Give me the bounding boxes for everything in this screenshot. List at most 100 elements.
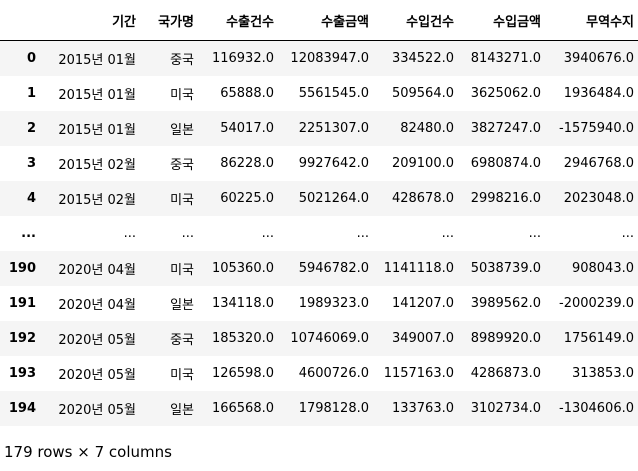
- cell-export-count: 166568.0: [211, 401, 274, 416]
- row-index: 191: [8, 296, 36, 311]
- cell-export-count: 86228.0: [220, 156, 274, 171]
- cell-import-count: 209100.0: [391, 156, 454, 171]
- cell-import-count: 509564.0: [391, 86, 454, 101]
- table-row: 194 2020년 05월 일본 166568.0 1798128.0 133763.0 3…: [0, 391, 638, 426]
- cell-export-amount: 10746069.0: [290, 331, 369, 346]
- table-row: ........................: [0, 216, 638, 251]
- cell-trade-balance: 3940676.0: [563, 51, 634, 66]
- cell-import-amount: 8989920.0: [470, 331, 541, 346]
- table-row: 2 2015년 01월 일본 54017.0 2251307.0 82480.0 38272…: [0, 111, 638, 146]
- cell-period: 2015년 02월: [58, 158, 136, 173]
- row-index: 1: [26, 86, 36, 101]
- cell-trade-balance: 2946768.0: [563, 156, 634, 171]
- cell-trade-balance: 1756149.0: [563, 331, 634, 346]
- row-index: ...: [21, 226, 36, 241]
- cell-export-count: 185320.0: [211, 331, 274, 346]
- cell-export-amount: ...: [356, 226, 369, 241]
- cell-period: 2015년 02월: [58, 193, 136, 208]
- cell-export-amount: 9927642.0: [298, 156, 369, 171]
- cell-export-count: 54017.0: [220, 121, 274, 136]
- column-header-export-count: 수출건수: [226, 14, 274, 30]
- cell-import-count: ...: [441, 226, 454, 241]
- cell-import-count: 141207.0: [391, 296, 454, 311]
- column-header-import-amount: 수입금액: [493, 14, 541, 30]
- cell-import-amount: 3989562.0: [470, 296, 541, 311]
- cell-export-count: 126598.0: [211, 366, 274, 381]
- dataframe-table: 기간 국가명 수출건수 수출금액 수입건수 수입금액 무역수지 0 2015년 0…: [0, 0, 638, 426]
- cell-period: ...: [123, 226, 136, 241]
- cell-import-amount: 6980874.0: [470, 156, 541, 171]
- cell-import-count: 133763.0: [391, 401, 454, 416]
- cell-import-count: 428678.0: [391, 191, 454, 206]
- cell-country: 미국: [170, 263, 194, 278]
- cell-export-count: 105360.0: [211, 261, 274, 276]
- table-row: 3 2015년 02월 중국 86228.0 9927642.0 209100.0 6980…: [0, 146, 638, 181]
- cell-export-count: 116932.0: [211, 51, 274, 66]
- column-header-country: 국가명: [158, 14, 194, 30]
- cell-export-amount: 2251307.0: [298, 121, 369, 136]
- column-header-export-amount: 수출금액: [321, 14, 369, 30]
- cell-trade-balance: 2023048.0: [563, 191, 634, 206]
- header-row: 기간 국가명 수출건수 수출금액 수입건수 수입금액 무역수지: [0, 0, 638, 41]
- cell-import-count: 82480.0: [400, 121, 454, 136]
- cell-import-count: 334522.0: [391, 51, 454, 66]
- cell-country: 중국: [170, 158, 194, 173]
- cell-export-count: 134118.0: [211, 296, 274, 311]
- row-index: 193: [8, 366, 36, 381]
- row-index: 4: [26, 191, 36, 206]
- cell-export-amount: 5946782.0: [298, 261, 369, 276]
- cell-import-amount: ...: [528, 226, 541, 241]
- cell-period: 2020년 04월: [58, 263, 136, 278]
- table-row: 193 2020년 05월 미국 126598.0 4600726.0 1157163.0…: [0, 356, 638, 391]
- cell-trade-balance: ...: [621, 226, 634, 241]
- cell-trade-balance: 1936484.0: [563, 86, 634, 101]
- cell-country: 일본: [170, 403, 194, 418]
- row-index: 192: [8, 331, 36, 346]
- cell-country: 일본: [170, 298, 194, 313]
- cell-import-count: 1157163.0: [383, 366, 454, 381]
- dataframe-output: 기간 국가명 수출건수 수출금액 수입건수 수입금액 무역수지 0 2015년 0…: [0, 0, 638, 471]
- column-header-import-count: 수입건수: [406, 14, 454, 30]
- cell-import-amount: 4286873.0: [470, 366, 541, 381]
- cell-period: 2015년 01월: [58, 123, 136, 138]
- cell-trade-balance: -2000239.0: [559, 296, 634, 311]
- cell-import-amount: 3625062.0: [470, 86, 541, 101]
- cell-country: 미국: [170, 368, 194, 383]
- cell-export-amount: 1989323.0: [298, 296, 369, 311]
- column-header-trade-balance: 무역수지: [586, 14, 634, 30]
- cell-country: 미국: [170, 88, 194, 103]
- shape-summary: 179 rows × 7 columns: [4, 443, 172, 461]
- cell-country: 미국: [170, 193, 194, 208]
- cell-export-amount: 5021264.0: [298, 191, 369, 206]
- row-index: 3: [26, 156, 36, 171]
- table-row: 0 2015년 01월 중국 116932.0 12083947.0 334522.0 81…: [0, 40, 638, 76]
- cell-export-amount: 4600726.0: [298, 366, 369, 381]
- cell-trade-balance: 908043.0: [571, 261, 634, 276]
- cell-country: 일본: [170, 123, 194, 138]
- cell-period: 2020년 04월: [58, 298, 136, 313]
- cell-export-count: 60225.0: [220, 191, 274, 206]
- cell-trade-balance: 313853.0: [571, 366, 634, 381]
- table-row: 190 2020년 04월 미국 105360.0 5946782.0 1141118.0…: [0, 251, 638, 286]
- cell-country: 중국: [170, 333, 194, 348]
- cell-import-count: 349007.0: [391, 331, 454, 346]
- index-header: [0, 0, 42, 41]
- cell-export-count: 65888.0: [220, 86, 274, 101]
- cell-period: 2020년 05월: [58, 333, 136, 348]
- cell-import-amount: 3827247.0: [470, 121, 541, 136]
- row-index: 194: [8, 401, 36, 416]
- cell-country: ...: [181, 226, 194, 241]
- cell-export-amount: 1798128.0: [298, 401, 369, 416]
- cell-import-amount: 2998216.0: [470, 191, 541, 206]
- table-row: 4 2015년 02월 미국 60225.0 5021264.0 428678.0 2998…: [0, 181, 638, 216]
- cell-export-count: ...: [261, 226, 274, 241]
- cell-export-amount: 5561545.0: [298, 86, 369, 101]
- cell-trade-balance: -1304606.0: [559, 401, 634, 416]
- row-index: 190: [8, 261, 36, 276]
- table-row: 191 2020년 04월 일본 134118.0 1989323.0 141207.0 3…: [0, 286, 638, 321]
- cell-export-amount: 12083947.0: [290, 51, 369, 66]
- cell-import-amount: 5038739.0: [470, 261, 541, 276]
- cell-import-amount: 3102734.0: [470, 401, 541, 416]
- table-row: 1 2015년 01월 미국 65888.0 5561545.0 509564.0 3625…: [0, 76, 638, 111]
- cell-country: 중국: [170, 53, 194, 68]
